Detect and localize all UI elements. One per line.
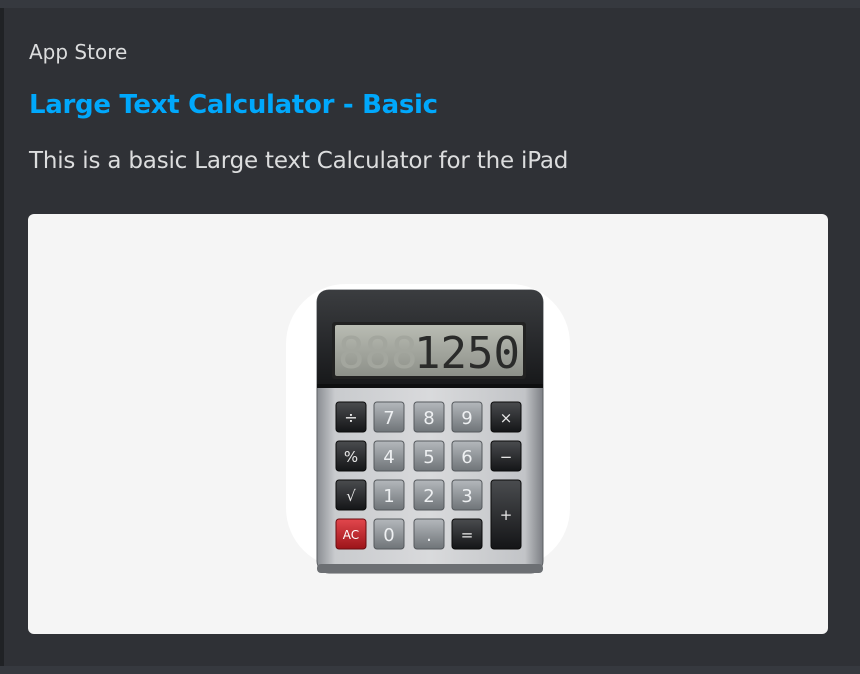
calc-key: 3	[451, 479, 483, 511]
calc-key: 2	[413, 479, 445, 511]
calc-key: AC	[335, 518, 367, 550]
embed-provider[interactable]: App Store	[29, 40, 127, 64]
calc-key: ÷	[335, 401, 367, 433]
lcd-ghost-digits: 888	[338, 328, 417, 379]
lcd-value: 1250	[414, 328, 520, 379]
calc-key: −	[490, 440, 522, 472]
svg-text:−: −	[500, 448, 513, 466]
calc-key: 4	[373, 440, 405, 472]
svg-text:5: 5	[423, 447, 434, 468]
svg-text:AC: AC	[343, 528, 359, 542]
calculator-icon: 888 1250 ÷ 7 8 9 × % 4 5 6 − √ 1 2 3 + A…	[286, 284, 570, 574]
svg-text:.: .	[426, 525, 432, 546]
calc-key: 9	[451, 401, 483, 433]
calc-key: 5	[413, 440, 445, 472]
svg-text:4: 4	[383, 447, 394, 468]
calc-key: .	[413, 518, 445, 550]
embed-title-link[interactable]: Large Text Calculator - Basic	[29, 90, 438, 120]
embed-description: This is a basic Large text Calculator fo…	[29, 148, 569, 174]
embed-image[interactable]: 888 1250 ÷ 7 8 9 × % 4 5 6 − √ 1 2 3 + A…	[28, 214, 828, 634]
svg-text:0: 0	[383, 525, 394, 546]
svg-text:1: 1	[383, 486, 394, 507]
calc-key: 7	[373, 401, 405, 433]
calc-key: ×	[490, 401, 522, 433]
svg-text:2: 2	[423, 486, 434, 507]
calc-key: %	[335, 440, 367, 472]
calc-key: √	[335, 479, 367, 511]
calc-key: 1	[373, 479, 405, 511]
svg-text:3: 3	[461, 486, 472, 507]
svg-text:=: =	[461, 526, 474, 544]
svg-text:+: +	[500, 506, 513, 524]
svg-text:6: 6	[461, 447, 472, 468]
calc-key: 8	[413, 401, 445, 433]
svg-text:×: ×	[500, 409, 513, 427]
calc-key: =	[451, 518, 483, 550]
calc-key: 0	[373, 518, 405, 550]
calc-key: 6	[451, 440, 483, 472]
svg-text:√: √	[346, 487, 356, 505]
app-store-embed: App Store Large Text Calculator - Basic …	[0, 8, 860, 666]
calc-key: +	[490, 479, 522, 550]
svg-text:÷: ÷	[344, 408, 357, 427]
svg-text:7: 7	[383, 408, 394, 429]
svg-text:8: 8	[423, 408, 434, 429]
svg-text:%: %	[344, 448, 358, 466]
svg-text:9: 9	[461, 408, 472, 429]
